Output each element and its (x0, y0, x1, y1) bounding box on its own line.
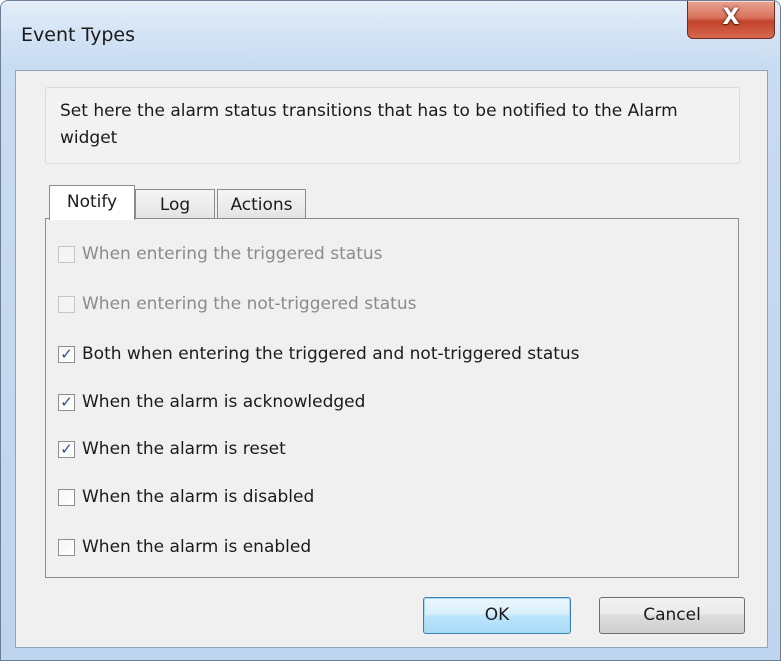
option-acknowledged[interactable]: ✓ When the alarm is acknowledged (58, 390, 365, 414)
checkbox[interactable]: ✓ (58, 344, 75, 363)
option-label: When the alarm is disabled (82, 487, 315, 507)
tab-label: Log (159, 195, 191, 215)
description-box: Set here the alarm status transitions th… (45, 87, 740, 164)
checkbox[interactable]: ✓ (58, 439, 75, 458)
checkbox[interactable] (58, 538, 75, 556)
checkbox[interactable] (58, 245, 75, 263)
option-disabled[interactable]: When the alarm is disabled (58, 485, 314, 509)
dialog-client-area: Set here the alarm status transitions th… (15, 70, 768, 648)
checkbox[interactable] (58, 295, 75, 313)
notify-tab-panel: When entering the triggered status When … (45, 218, 739, 578)
option-label: When the alarm is enabled (82, 537, 312, 557)
checkbox[interactable] (58, 488, 75, 506)
tab-label: Notify (66, 192, 118, 212)
checkbox[interactable]: ✓ (58, 392, 75, 411)
option-label: Both when entering the triggered and not… (82, 344, 580, 364)
ok-button-label: OK (484, 605, 510, 625)
option-label: When the alarm is acknowledged (82, 392, 366, 412)
checkmark-icon: ✓ (60, 344, 73, 363)
close-button[interactable]: X (687, 1, 775, 39)
option-both-triggered-not-triggered[interactable]: ✓ Both when entering the triggered and n… (58, 342, 580, 366)
checkmark-icon: ✓ (60, 392, 73, 411)
checkmark-icon: ✓ (60, 439, 73, 458)
description-text: Set here the alarm status transitions th… (60, 101, 678, 148)
cancel-button[interactable]: Cancel (599, 597, 745, 634)
cancel-button-label: Cancel (643, 605, 701, 625)
option-enabled[interactable]: When the alarm is enabled (58, 535, 311, 559)
tab-label: Actions (230, 195, 293, 215)
option-label: When the alarm is reset (82, 439, 286, 459)
close-icon: X (722, 5, 740, 30)
title-bar[interactable]: Event Types X (1, 1, 780, 69)
tab-actions[interactable]: Actions (217, 189, 306, 219)
option-entering-triggered[interactable]: When entering the triggered status (58, 242, 383, 266)
option-entering-not-triggered[interactable]: When entering the not-triggered status (58, 292, 416, 316)
event-types-dialog: Event Types X Set here the alarm status … (0, 0, 781, 661)
tab-notify[interactable]: Notify (49, 185, 135, 220)
ok-button[interactable]: OK (423, 597, 571, 634)
window-title: Event Types (21, 24, 136, 46)
option-label: When entering the not-triggered status (82, 294, 417, 314)
option-label: When entering the triggered status (82, 244, 383, 264)
tab-log[interactable]: Log (135, 189, 215, 219)
option-reset[interactable]: ✓ When the alarm is reset (58, 437, 286, 461)
